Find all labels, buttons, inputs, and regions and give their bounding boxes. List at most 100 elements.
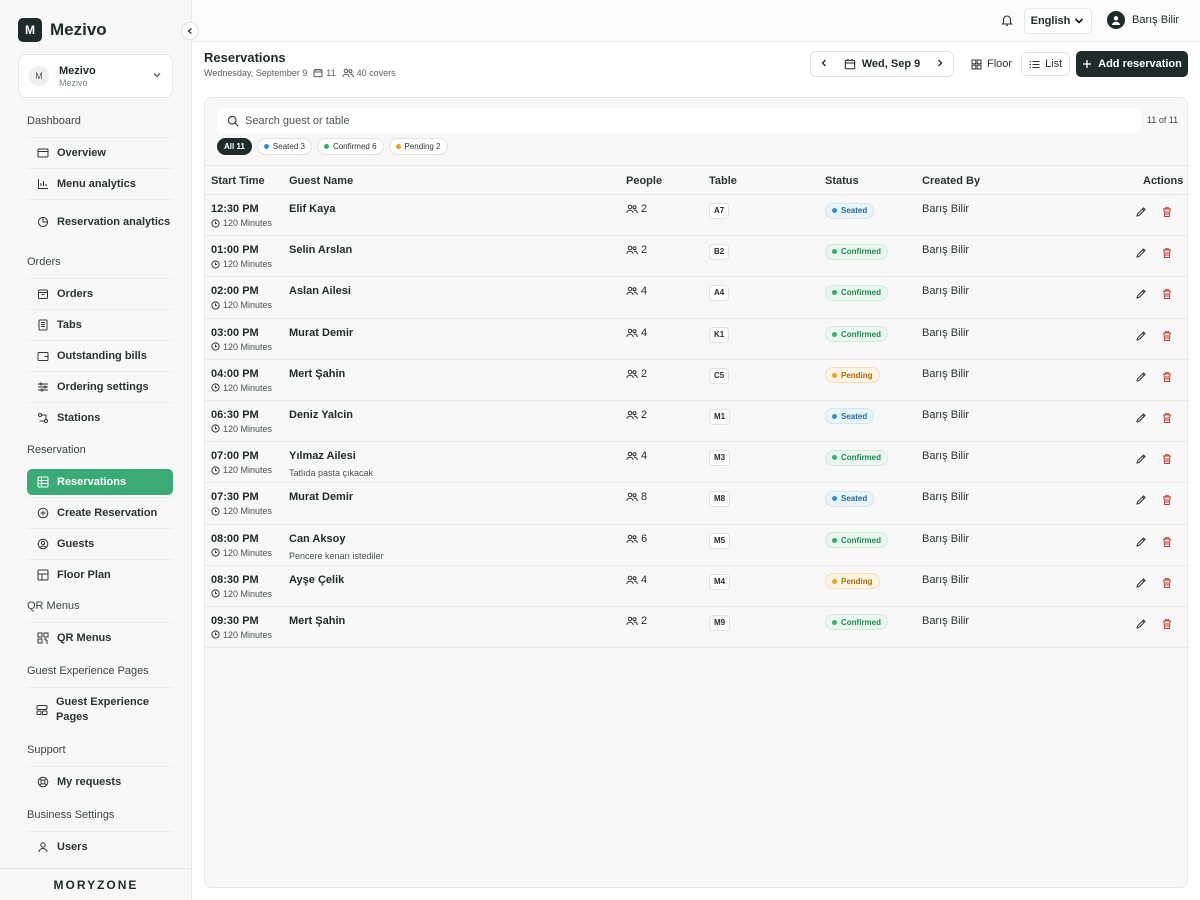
list-view-button[interactable]: List [1021, 52, 1071, 76]
edit-button[interactable] [1135, 412, 1147, 427]
sidebar-item-label: Menu analytics [57, 177, 136, 190]
sidebar-item-tabs[interactable]: Tabs [27, 309, 173, 340]
column-header[interactable]: Guest Name [289, 175, 353, 187]
people-count: 2 [641, 614, 648, 627]
people-count: 4 [641, 573, 648, 586]
sidebar-item-floor-plan[interactable]: Floor Plan [27, 559, 173, 590]
sidebar-item-guest-experience-pages[interactable]: Guest Experience Pages [27, 687, 173, 732]
edit-button[interactable] [1135, 536, 1147, 551]
table-row[interactable]: 06:30 PM 120 Minutes Deniz Yalcin 2 M1 Seated… [205, 401, 1189, 443]
filter-chip[interactable]: All 11 [217, 138, 252, 155]
delete-button[interactable] [1161, 288, 1173, 303]
status-dot-icon [323, 144, 329, 149]
sidebar-item-label: Users [57, 840, 88, 853]
delete-button[interactable] [1161, 536, 1173, 551]
sidebar-item-ordering-settings[interactable]: Ordering settings [27, 371, 173, 402]
plus-circle-icon [36, 507, 49, 520]
table-row[interactable]: 04:00 PM 120 Minutes Mert Şahin 2 C5 Pending B… [205, 360, 1189, 401]
table-body: 12:30 PM 120 Minutes Elif Kaya 2 A7 Seated Bar… [205, 195, 1189, 649]
sidebar-item-my-requests[interactable]: My requests [27, 766, 173, 797]
sidebar-item-guests[interactable]: Guests [27, 528, 173, 559]
delete-button[interactable] [1161, 206, 1173, 221]
table-badge: A7 [709, 203, 730, 219]
sidebar-item-reservations[interactable]: Reservations [27, 469, 173, 495]
table-row[interactable]: 12:30 PM 120 Minutes Elif Kaya 2 A7 Seated Bar… [205, 195, 1189, 237]
guest-note: Tatlıda pasta çıkacak [289, 468, 374, 479]
add-reservation-button[interactable]: Add reservation [1076, 51, 1188, 77]
search-icon [227, 115, 239, 126]
column-header[interactable]: Start Time [211, 175, 265, 187]
filter-chip[interactable]: Confirmed 6 [316, 138, 384, 155]
filter-chip[interactable]: Pending 2 [388, 138, 448, 155]
table-row[interactable]: 01:00 PM 120 Minutes Selin Arslan 2 B2 Confir… [205, 236, 1189, 278]
result-count: 11 of 11 [1147, 115, 1179, 125]
table-row[interactable]: 07:30 PM 120 Minutes Murat Demir 8 M8 Seated B… [205, 483, 1189, 525]
receipt-icon [36, 319, 49, 332]
edit-button[interactable] [1135, 577, 1147, 592]
sidebar-item-outstanding-bills[interactable]: Outstanding bills [27, 340, 173, 371]
duration: 120 Minutes [223, 547, 273, 558]
column-header[interactable]: Table [709, 175, 737, 187]
covers-count: 40 covers [356, 68, 396, 78]
brand-logo: M [18, 18, 42, 42]
sidebar-item-reservation-analytics[interactable]: Reservation analytics [27, 199, 173, 244]
sidebar-item-stations[interactable]: Stations [27, 402, 173, 433]
filter-chip[interactable]: Seated 3 [256, 138, 312, 155]
table-row[interactable]: 08:30 PM 120 Minutes Ayşe Çelik 4 M4 Pending B… [205, 566, 1189, 607]
column-header[interactable]: Created By [922, 175, 980, 187]
sidebar-item-create-reservation[interactable]: Create Reservation [27, 497, 173, 528]
collapse-sidebar-button[interactable] [181, 22, 199, 40]
edit-button[interactable] [1135, 618, 1147, 633]
sidebar-item-orders[interactable]: Orders [27, 278, 173, 309]
floor-view-button[interactable]: Floor [964, 52, 1019, 76]
delete-button[interactable] [1161, 330, 1173, 345]
sidebar-item-overview[interactable]: Overview [27, 137, 173, 168]
user-menu[interactable]: Barış Bilir [1107, 11, 1179, 29]
next-day-button[interactable] [935, 58, 945, 71]
delete-button[interactable] [1161, 412, 1173, 427]
table-badge: M8 [709, 491, 731, 508]
pencil-icon [1136, 289, 1146, 300]
brand[interactable]: M Mezivo [18, 18, 107, 42]
sidebar-item-menu-analytics[interactable]: Menu analytics [27, 168, 173, 199]
reservations-table: Start Time Guest Name People Table Statu… [205, 165, 1189, 649]
prev-day-button[interactable] [819, 58, 829, 71]
status-dot-icon [832, 537, 837, 543]
column-header[interactable]: People [626, 175, 662, 187]
edit-button[interactable] [1135, 494, 1147, 509]
edit-button[interactable] [1135, 371, 1147, 386]
sidebar-item-users[interactable]: Users [27, 831, 173, 862]
column-header[interactable]: Status [825, 175, 859, 187]
sidebar-section-title: Business Settings [27, 809, 115, 821]
edit-button[interactable] [1135, 453, 1147, 468]
language-select[interactable]: English [1024, 8, 1092, 34]
sidebar-item-label: Overview [57, 146, 106, 159]
search-input[interactable] [245, 114, 1125, 127]
table-row[interactable]: 03:00 PM 120 Minutes Murat Demir 4 K1 Confirm… [205, 319, 1189, 360]
clock-icon [211, 342, 220, 351]
delete-button[interactable] [1161, 453, 1173, 468]
clock-icon [211, 589, 220, 598]
delete-button[interactable] [1161, 247, 1173, 262]
edit-button[interactable] [1135, 206, 1147, 221]
people-count: 2 [641, 408, 648, 421]
delete-button[interactable] [1161, 618, 1173, 633]
edit-button[interactable] [1135, 288, 1147, 303]
delete-button[interactable] [1161, 494, 1173, 509]
people-count: 4 [641, 450, 648, 463]
table-row[interactable]: 09:30 PM 120 Minutes Mert Şahin 2 M9 Confirme… [205, 607, 1189, 649]
delete-button[interactable] [1161, 577, 1173, 592]
status-label: Seated [841, 411, 868, 421]
table-row[interactable]: 07:00 PM 120 Minutes Yılmaz Ailesi Tatlıda … [205, 442, 1189, 484]
date-picker-button[interactable]: Wed, Sep 9 [844, 58, 920, 70]
delete-button[interactable] [1161, 371, 1173, 386]
table-row[interactable]: 08:00 PM 120 Minutes Can Aksoy Pencere kena… [205, 525, 1189, 566]
bell-icon[interactable] [1000, 13, 1014, 27]
edit-button[interactable] [1135, 247, 1147, 262]
org-name: Mezivo [59, 64, 96, 77]
users-icon [626, 204, 638, 214]
table-row[interactable]: 02:00 PM 120 Minutes Aslan Ailesi 4 A4 Confir… [205, 277, 1189, 319]
edit-button[interactable] [1135, 330, 1147, 345]
sidebar-item-qr-menus[interactable]: QR Menus [27, 622, 173, 653]
org-switcher[interactable]: M Mezivo Mezivo [18, 54, 173, 98]
